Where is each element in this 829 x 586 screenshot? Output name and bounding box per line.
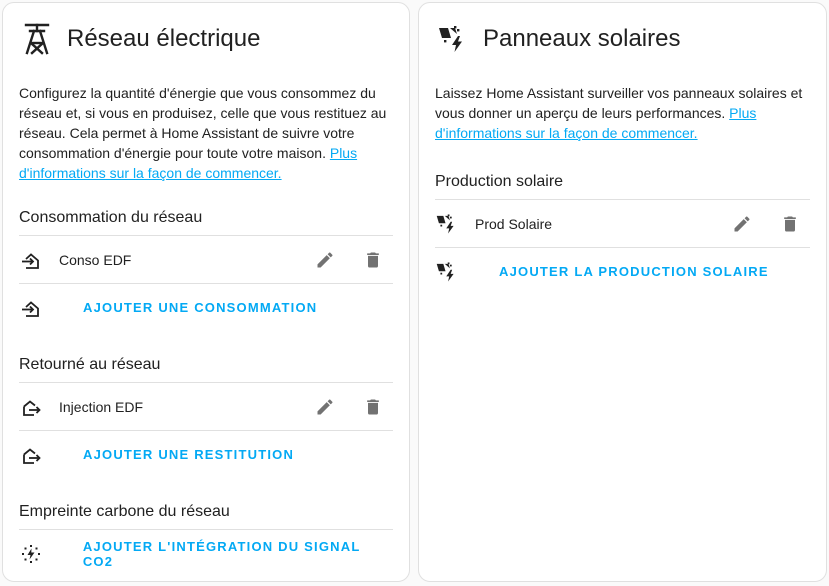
grid-return-item: Injection EDF: [19, 382, 393, 430]
grid-carbon-title: Empreinte carbone du réseau: [19, 503, 230, 520]
home-import-icon: [19, 296, 43, 320]
add-return-label[interactable]: AJOUTER UNE RESTITUTION: [83, 447, 294, 462]
delete-icon[interactable]: [770, 204, 810, 244]
grid-consumption-title: Consommation du réseau: [19, 209, 203, 226]
solar-production-title: Production solaire: [435, 173, 564, 190]
home-export-icon: [19, 395, 43, 419]
add-consumption-button[interactable]: AJOUTER UNE CONSOMMATION: [19, 283, 393, 331]
carbon-signal-icon: [19, 542, 43, 566]
solar-power-icon: [435, 260, 459, 284]
home-export-icon: [19, 443, 43, 467]
grid-card-header: Réseau électrique: [3, 3, 409, 61]
grid-return-label: Injection EDF: [59, 398, 144, 415]
solar-power-icon: [435, 21, 471, 57]
solar-description: Laissez Home Assistant surveiller vos pa…: [435, 83, 810, 143]
grid-description: Configurez la quantité d'énergie que vou…: [19, 83, 393, 183]
transmission-tower-icon: [19, 21, 55, 57]
solar-power-icon: [435, 212, 459, 236]
grid-consumption-item: Conso EDF: [19, 235, 393, 283]
home-import-icon: [19, 248, 43, 272]
grid-return-title: Retourné au réseau: [19, 356, 161, 373]
add-return-button[interactable]: AJOUTER UNE RESTITUTION: [19, 430, 393, 478]
solar-production-item: Prod Solaire: [435, 199, 810, 247]
add-consumption-label[interactable]: AJOUTER UNE CONSOMMATION: [83, 300, 317, 315]
add-solar-production-label[interactable]: AJOUTER LA PRODUCTION SOLAIRE: [499, 264, 769, 279]
solar-card: Panneaux solaires Laissez Home Assistant…: [418, 2, 827, 582]
pencil-icon[interactable]: [305, 387, 345, 427]
delete-icon[interactable]: [353, 387, 393, 427]
delete-icon[interactable]: [353, 240, 393, 280]
solar-production-label: Prod Solaire: [475, 215, 553, 232]
solar-card-title: Panneaux solaires: [483, 25, 681, 52]
solar-card-header: Panneaux solaires: [419, 3, 826, 61]
grid-consumption-label: Conso EDF: [59, 251, 132, 268]
grid-card-title: Réseau électrique: [67, 25, 261, 52]
pencil-icon[interactable]: [722, 204, 762, 244]
grid-card: Réseau électrique Configurez la quantité…: [2, 2, 410, 582]
pencil-icon[interactable]: [305, 240, 345, 280]
add-co2-signal-button[interactable]: AJOUTER L'INTÉGRATION DU SIGNAL CO2: [19, 529, 393, 578]
add-solar-production-button[interactable]: AJOUTER LA PRODUCTION SOLAIRE: [435, 247, 810, 295]
add-co2-signal-label[interactable]: AJOUTER L'INTÉGRATION DU SIGNAL CO2: [83, 539, 393, 569]
